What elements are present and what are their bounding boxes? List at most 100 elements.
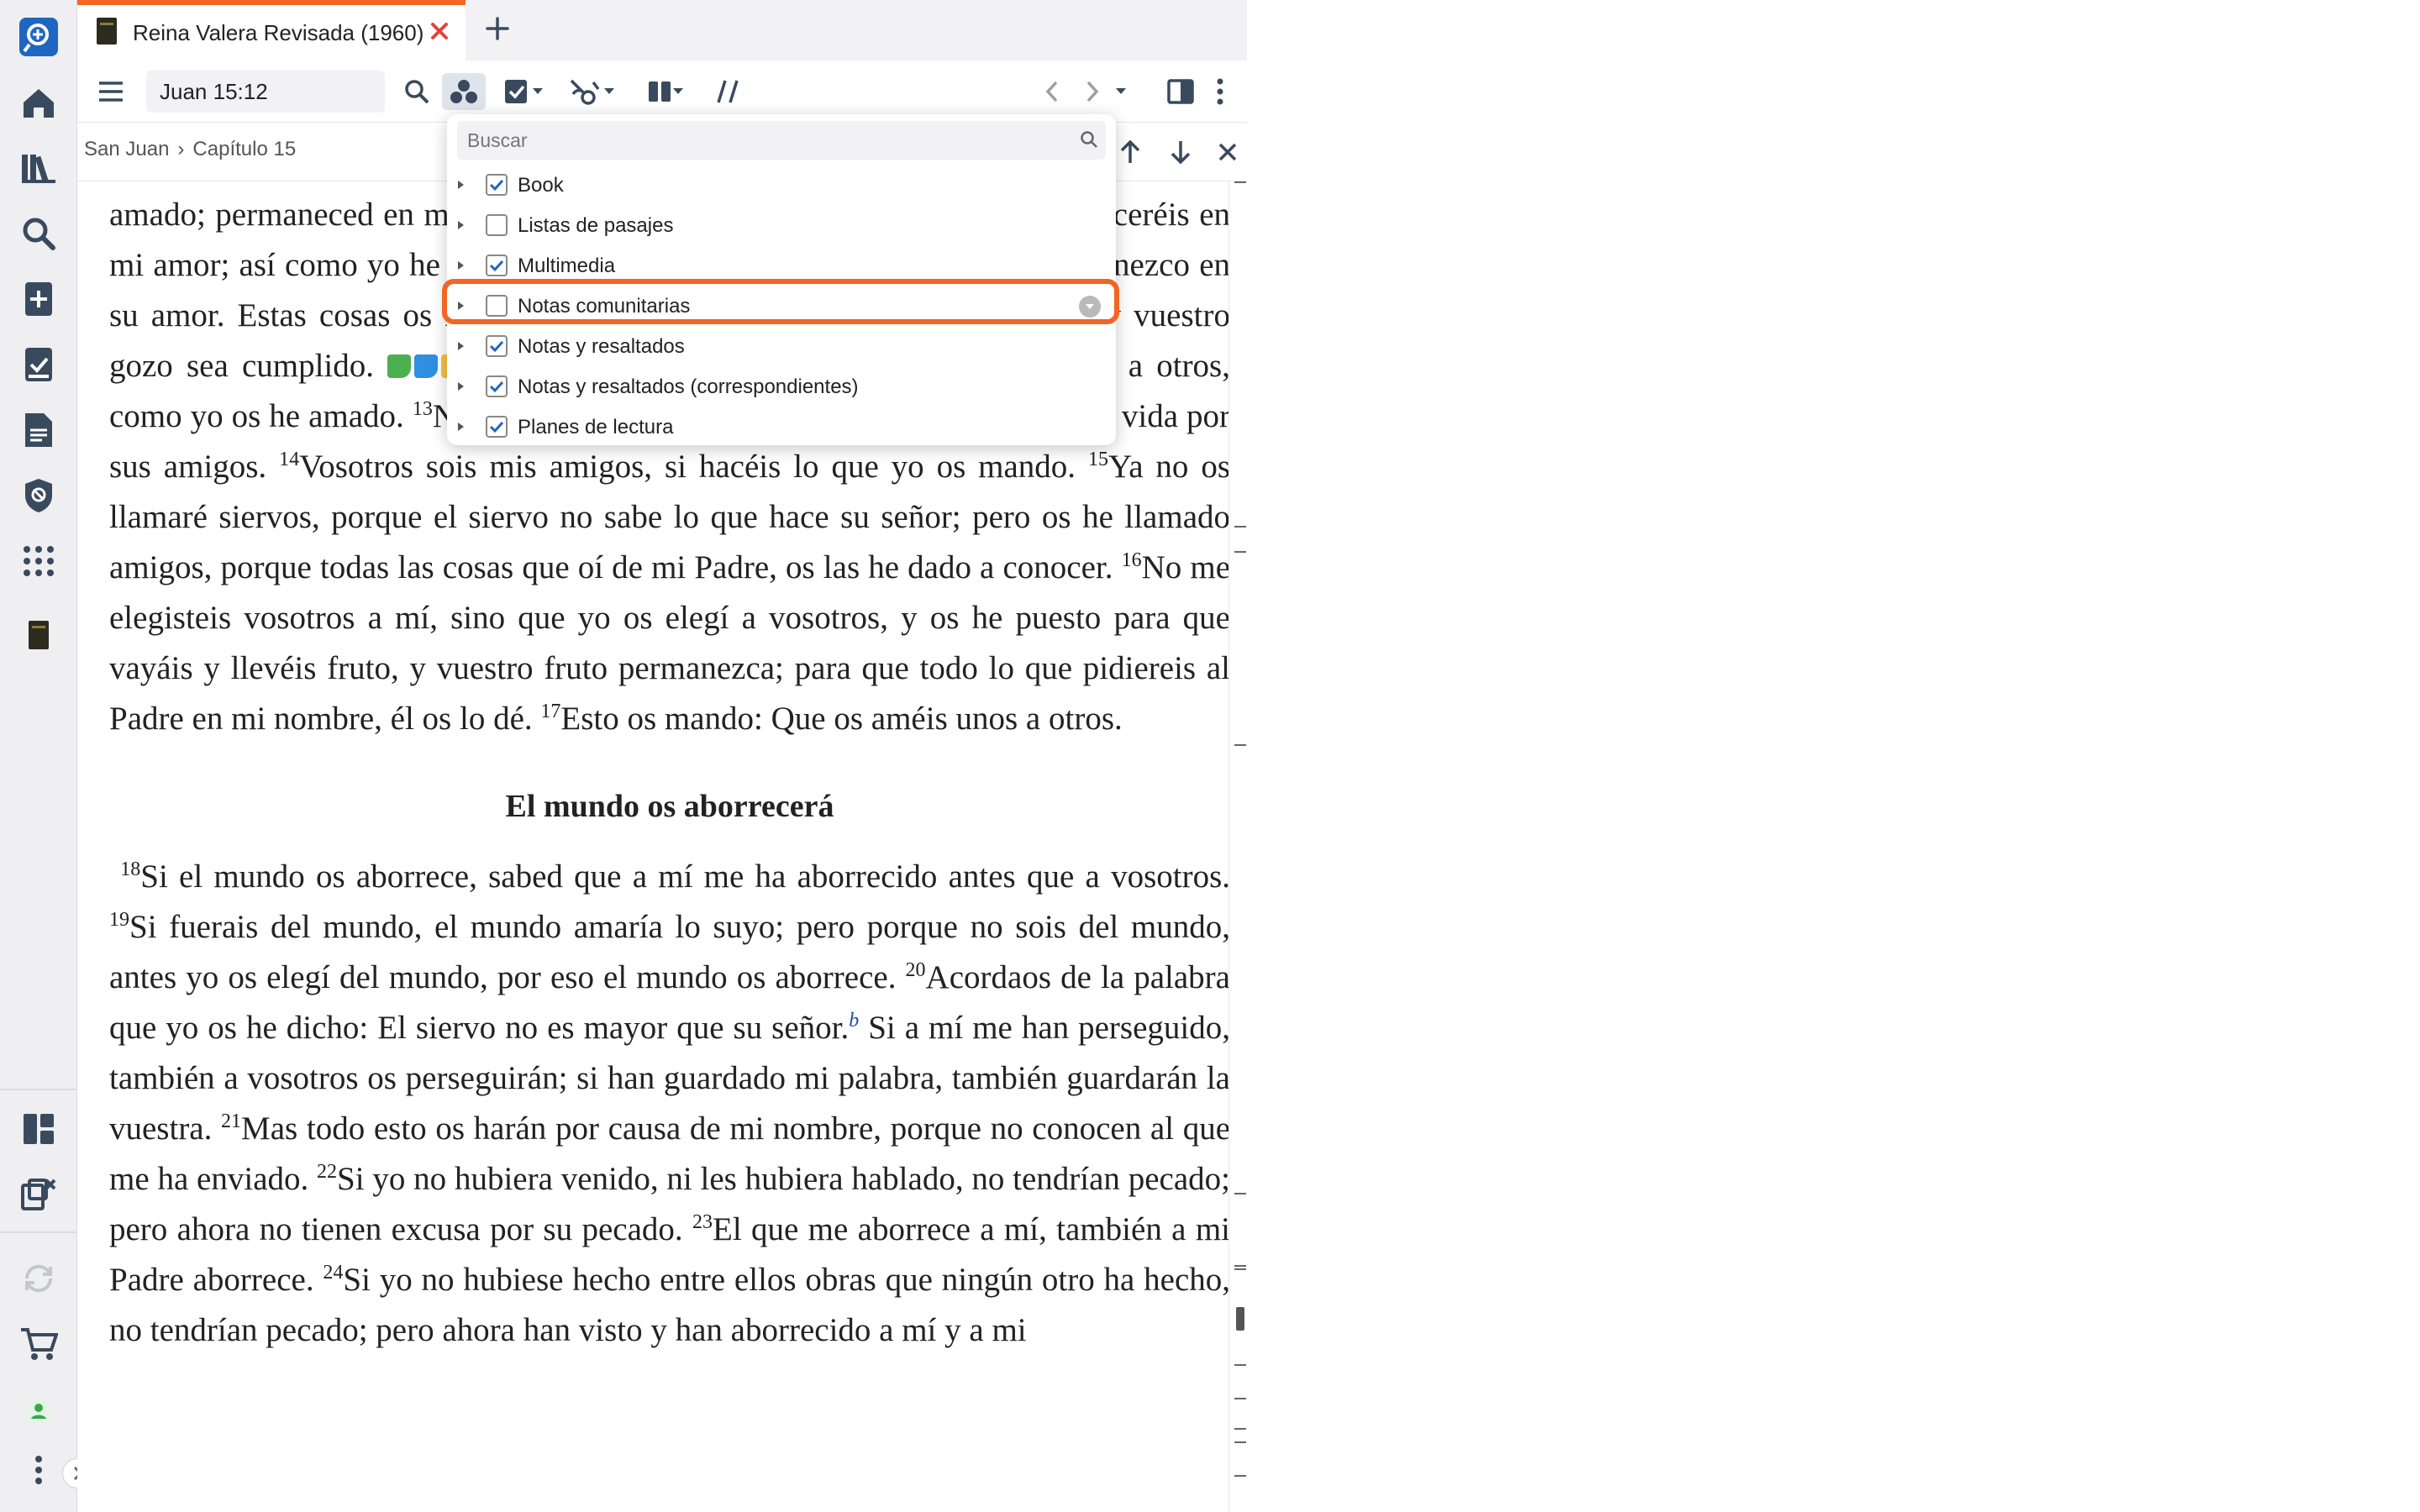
verse-number[interactable]: 13 bbox=[413, 398, 433, 420]
new-tab-plus-icon[interactable] bbox=[482, 13, 513, 44]
tab-reina-valera[interactable]: Reina Valera Revisada (1960) bbox=[77, 0, 466, 60]
highlighting-menu-button[interactable] bbox=[496, 73, 551, 110]
columns-menu-button[interactable] bbox=[639, 73, 692, 110]
close-panels-icon[interactable] bbox=[15, 1171, 62, 1218]
apps-grid-icon[interactable] bbox=[15, 538, 62, 585]
find-icon[interactable] bbox=[398, 73, 435, 110]
scroll-thumb[interactable] bbox=[1236, 1307, 1244, 1331]
green-note-icon[interactable] bbox=[387, 354, 412, 378]
breadcrumb-chapter[interactable]: Capítulo 15 bbox=[192, 138, 296, 161]
filter-checkbox[interactable] bbox=[486, 174, 508, 196]
filter-option[interactable]: Notas y resaltados (correspondientes) bbox=[447, 366, 1116, 407]
back-chevron-icon[interactable] bbox=[1034, 73, 1071, 110]
next-result-down-arrow-icon[interactable] bbox=[1168, 138, 1193, 166]
filter-checkbox[interactable] bbox=[486, 416, 508, 438]
rail-divider bbox=[0, 1231, 77, 1233]
book-cover-icon bbox=[97, 18, 117, 45]
verse-number[interactable]: 21 bbox=[221, 1110, 241, 1132]
text-paragraph: 18Si el mundo os aborrece, sabed que a m… bbox=[109, 852, 1228, 1356]
expand-arrow-icon[interactable] bbox=[452, 378, 469, 395]
account-avatar-icon[interactable] bbox=[15, 1388, 62, 1435]
chevron-down-icon bbox=[673, 88, 683, 94]
verse-number[interactable]: 23 bbox=[692, 1211, 713, 1233]
gutter-tick bbox=[1234, 551, 1246, 553]
gutter-tick bbox=[1234, 1268, 1246, 1270]
section-heading: El mundo os aborrecerá bbox=[505, 789, 834, 824]
filter-checkbox[interactable] bbox=[486, 214, 508, 236]
split-panel-icon[interactable] bbox=[1161, 73, 1200, 110]
checklist-icon[interactable] bbox=[15, 341, 62, 388]
scroll-gutter[interactable] bbox=[1228, 181, 1247, 1512]
verse-text: Vosotros sois mis amigos, si hacéis lo q… bbox=[299, 449, 1076, 485]
verse-number[interactable]: 18 bbox=[120, 858, 140, 880]
filters-search-input[interactable] bbox=[457, 121, 1106, 160]
gutter-tick bbox=[1234, 1364, 1246, 1366]
filter-option[interactable]: Planes de lectura bbox=[447, 407, 1116, 447]
verse-number[interactable]: 20 bbox=[906, 959, 926, 981]
verse-text: Esto os mando: Que os améis unos a otros… bbox=[560, 701, 1123, 737]
library-icon[interactable] bbox=[15, 144, 62, 192]
expand-arrow-icon[interactable] bbox=[452, 418, 469, 435]
rail-divider bbox=[0, 1089, 77, 1090]
filter-option[interactable]: Notas y resaltados bbox=[447, 326, 1116, 366]
app-window: Reina Valera Revisada (1960) Juan 15:12 … bbox=[0, 0, 2420, 1512]
verse-number[interactable]: 16 bbox=[1122, 549, 1142, 571]
verse-number[interactable]: 14 bbox=[279, 449, 299, 470]
close-tab-icon[interactable] bbox=[425, 17, 454, 45]
more-vertical-icon[interactable] bbox=[15, 1446, 62, 1494]
forward-chevron-icon[interactable] bbox=[1074, 73, 1111, 110]
checkmark-icon bbox=[489, 340, 504, 353]
search-icon bbox=[1081, 131, 1097, 148]
left-rail bbox=[0, 0, 92, 1512]
breadcrumb-book[interactable]: San Juan bbox=[84, 138, 169, 161]
blue-note-icon[interactable] bbox=[414, 354, 439, 378]
filter-checkbox[interactable] bbox=[486, 375, 508, 397]
verse-text: Si el mundo os aborrece, sabed que a mí … bbox=[140, 858, 1228, 895]
panel-menu-icon[interactable] bbox=[92, 73, 129, 110]
filter-label: Notas y resaltados bbox=[518, 335, 685, 358]
close-find-bar-icon[interactable] bbox=[1217, 141, 1239, 163]
previous-result-up-arrow-icon[interactable] bbox=[1118, 138, 1143, 166]
tab-bar: Reina Valera Revisada (1960) bbox=[77, 0, 1247, 60]
add-document-icon[interactable] bbox=[15, 276, 62, 323]
filter-checkbox[interactable] bbox=[486, 335, 508, 357]
breadcrumb-separator: › bbox=[177, 138, 185, 160]
search-rail-icon[interactable] bbox=[15, 210, 62, 257]
open-book-thumbnail-icon[interactable] bbox=[15, 612, 62, 659]
filter-option[interactable]: Book bbox=[447, 165, 1116, 205]
document-icon[interactable] bbox=[15, 407, 62, 454]
expand-arrow-icon[interactable] bbox=[452, 338, 469, 354]
visual-filters-icon[interactable] bbox=[442, 73, 486, 110]
verse-number[interactable]: 17 bbox=[540, 701, 560, 722]
verse-number[interactable]: 22 bbox=[317, 1161, 337, 1183]
verse-number[interactable]: 19 bbox=[109, 909, 129, 931]
filter-label: Planes de lectura bbox=[518, 416, 674, 438]
checkmark-icon bbox=[489, 421, 504, 433]
expand-arrow-icon[interactable] bbox=[452, 257, 469, 274]
panel-more-vertical-icon[interactable] bbox=[1205, 73, 1235, 110]
parallel-resources-icon[interactable] bbox=[709, 73, 746, 110]
chevron-down-icon bbox=[533, 88, 543, 94]
checkmark-icon bbox=[489, 179, 504, 192]
verse-number[interactable]: 15 bbox=[1088, 449, 1108, 470]
expand-arrow-icon[interactable] bbox=[452, 176, 469, 193]
resource-toolbar bbox=[77, 60, 1247, 123]
reference-input[interactable] bbox=[146, 71, 385, 113]
gutter-tick bbox=[1234, 1428, 1246, 1430]
logos-search-logo-icon[interactable] bbox=[15, 13, 62, 60]
verse-number[interactable]: 24 bbox=[323, 1262, 343, 1284]
layouts-icon[interactable] bbox=[15, 1105, 62, 1152]
home-icon[interactable] bbox=[15, 79, 62, 126]
shield-icon[interactable] bbox=[15, 472, 62, 519]
gutter-tick bbox=[1234, 1265, 1246, 1267]
footnote-marker[interactable]: b bbox=[849, 1010, 859, 1032]
history-dropdown-icon[interactable] bbox=[1109, 73, 1133, 110]
sync-icon[interactable] bbox=[15, 1255, 62, 1302]
reverse-interlinear-menu-button[interactable] bbox=[563, 73, 622, 110]
tab-title: Reina Valera Revisada (1960) bbox=[133, 20, 424, 45]
cart-icon[interactable] bbox=[15, 1320, 62, 1368]
gutter-tick bbox=[1234, 1441, 1246, 1443]
expand-arrow-icon[interactable] bbox=[452, 217, 469, 234]
filter-checkbox[interactable] bbox=[486, 255, 508, 276]
filter-option[interactable]: Listas de pasajes bbox=[447, 205, 1116, 245]
